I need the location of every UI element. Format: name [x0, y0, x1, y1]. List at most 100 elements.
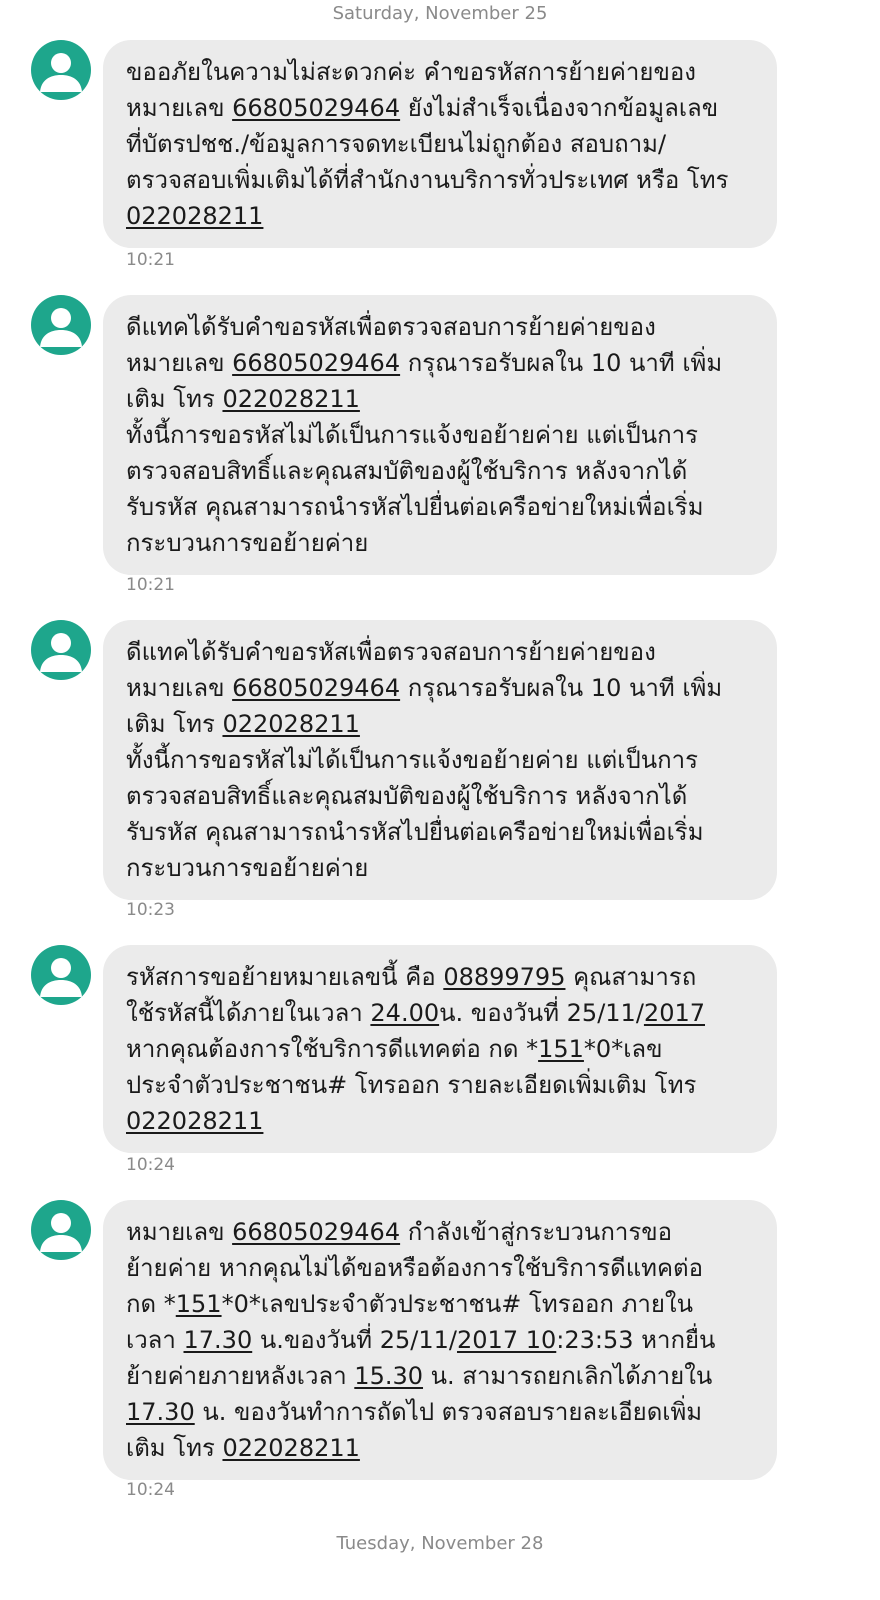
message-text: รับรหัส คุณสามารถนำรหัสไปยื่นต่อเครือข่า…	[126, 493, 704, 521]
contact-avatar-icon[interactable]	[31, 1200, 91, 1260]
message-text: รหัสการขอย้ายหมายเลขนี้ คือ	[126, 963, 444, 991]
message-text: กรุณารอรับผลใน 10 นาที เพิ่ม	[400, 349, 723, 377]
message-link[interactable]: 66805029464	[232, 349, 400, 377]
message-bubble[interactable]: ขออภัยในความไม่สะดวกค่ะ คำขอรหัสการย้ายค…	[103, 40, 777, 248]
message-text: ทั้งนี้การขอรหัสไม่ได้เป็นการแจ้งขอย้ายค…	[126, 421, 699, 449]
message-line: ขออภัยในความไม่สะดวกค่ะ คำขอรหัสการย้ายค…	[126, 54, 759, 90]
message-time: 10:21	[126, 250, 175, 270]
message-link[interactable]: 17.30	[126, 1398, 195, 1426]
message-text: หมายเลข	[126, 349, 233, 377]
message-bubble[interactable]: ดีแทคได้รับคำขอรหัสเพื่อตรวจสอบการย้ายค่…	[103, 620, 777, 900]
message-time: 10:24	[126, 1480, 175, 1500]
message-line: เติม โทร 022028211	[126, 1430, 759, 1466]
message-line: 022028211	[126, 1103, 759, 1139]
message-text: กรุณารอรับผลใน 10 นาที เพิ่ม	[400, 674, 723, 702]
message-link[interactable]: 2017 10	[457, 1326, 556, 1354]
contact-avatar-icon[interactable]	[31, 620, 91, 680]
message-link[interactable]: 66805029464	[232, 674, 400, 702]
message-text: กระบวนการขอย้ายค่าย	[126, 529, 369, 557]
message-text: น. ของวันที่ 25/11/	[439, 999, 644, 1027]
message-link[interactable]: 17.30	[184, 1326, 253, 1354]
message-link[interactable]: 022028211	[126, 1107, 263, 1135]
message-text: ดีแทคได้รับคำขอรหัสเพื่อตรวจสอบการย้ายค่…	[126, 638, 656, 666]
sms-thread: Saturday, November 25 ขออภัยในความไม่สะด…	[0, 0, 880, 1600]
message-text: เติม โทร	[126, 385, 223, 413]
message-text: เวลา	[126, 1326, 184, 1354]
message-text: หมายเลข	[126, 674, 233, 702]
message-link[interactable]: 24.00	[370, 999, 439, 1027]
message-line: ตรวจสอบเพิ่มเติมได้ที่สำนักงานบริการทั่ว…	[126, 162, 759, 198]
message-line: หมายเลข 66805029464 กำลังเข้าสู่กระบวนกา…	[126, 1214, 759, 1250]
message-bubble[interactable]: หมายเลข 66805029464 กำลังเข้าสู่กระบวนกา…	[103, 1200, 777, 1480]
message-line: ทั้งนี้การขอรหัสไม่ได้เป็นการแจ้งขอย้ายค…	[126, 742, 759, 778]
message-text: น.ของวันที่ 25/11/	[252, 1326, 458, 1354]
message-line: ใช้รหัสนี้ได้ภายในเวลา 24.00น. ของวันที่…	[126, 995, 759, 1031]
message-line: รับรหัส คุณสามารถนำรหัสไปยื่นต่อเครือข่า…	[126, 489, 759, 525]
message-time: 10:24	[126, 1155, 175, 1175]
message-text: ที่บัตรปชช./ข้อมูลการจดทะเบียนไม่ถูกต้อง…	[126, 130, 667, 158]
message-line: หมายเลข 66805029464 ยังไม่สำเร็จเนื่องจา…	[126, 90, 759, 126]
message-bubble[interactable]: ดีแทคได้รับคำขอรหัสเพื่อตรวจสอบการย้ายค่…	[103, 295, 777, 575]
message-line: รหัสการขอย้ายหมายเลขนี้ คือ 08899795 คุณ…	[126, 959, 759, 995]
message-text: รับรหัส คุณสามารถนำรหัสไปยื่นต่อเครือข่า…	[126, 818, 704, 846]
contact-avatar-icon[interactable]	[31, 295, 91, 355]
message-link[interactable]: 15.30	[354, 1362, 423, 1390]
message-link[interactable]: 151	[176, 1290, 222, 1318]
message-text: กำลังเข้าสู่กระบวนการขอ	[400, 1218, 673, 1246]
message-text: ใช้รหัสนี้ได้ภายในเวลา	[126, 999, 371, 1027]
message-text: *0*เลขประจำตัวประชาชน# โทรออก ภายใน	[221, 1290, 694, 1318]
message-text: กระบวนการขอย้ายค่าย	[126, 854, 369, 882]
date-separator-bottom: Tuesday, November 28	[336, 1533, 544, 1554]
message-text: ประจำตัวประชาชน# โทรออก รายละเอียดเพิ่มเ…	[126, 1071, 697, 1099]
message-link[interactable]: 66805029464	[232, 94, 400, 122]
message-text: น. สามารถยกเลิกได้ภายใน	[423, 1362, 713, 1390]
message-text: ย้ายค่าย หากคุณไม่ได้ขอหรือต้องการใช้บริ…	[126, 1254, 704, 1282]
message-bubble[interactable]: รหัสการขอย้ายหมายเลขนี้ คือ 08899795 คุณ…	[103, 945, 777, 1153]
message-text: ทั้งนี้การขอรหัสไม่ได้เป็นการแจ้งขอย้ายค…	[126, 746, 699, 774]
message-text: ขออภัยในความไม่สะดวกค่ะ คำขอรหัสการย้ายค…	[126, 58, 697, 86]
message-line: หากคุณต้องการใช้บริการดีแทคต่อ กด *151*0…	[126, 1031, 759, 1067]
message-link[interactable]: 151	[538, 1035, 584, 1063]
message-line: ย้ายค่าย หากคุณไม่ได้ขอหรือต้องการใช้บริ…	[126, 1250, 759, 1286]
message-text: ยังไม่สำเร็จเนื่องจากข้อมูลเลข	[400, 94, 719, 122]
message-text: ดีแทคได้รับคำขอรหัสเพื่อตรวจสอบการย้ายค่…	[126, 313, 656, 341]
message-text: *0*เลข	[583, 1035, 663, 1063]
message-text: เติม โทร	[126, 1434, 223, 1462]
message-link[interactable]: 022028211	[222, 385, 359, 413]
message-link[interactable]: 022028211	[126, 202, 263, 230]
message-line: ทั้งนี้การขอรหัสไม่ได้เป็นการแจ้งขอย้ายค…	[126, 417, 759, 453]
message-line: เติม โทร 022028211	[126, 381, 759, 417]
message-line: ประจำตัวประชาชน# โทรออก รายละเอียดเพิ่มเ…	[126, 1067, 759, 1103]
contact-avatar-icon[interactable]	[31, 40, 91, 100]
date-separator-top: Saturday, November 25	[332, 3, 548, 24]
message-line: ดีแทคได้รับคำขอรหัสเพื่อตรวจสอบการย้ายค่…	[126, 634, 759, 670]
message-text: น. ของวันทำการถัดไป ตรวจสอบรายละเอียดเพิ…	[194, 1398, 703, 1426]
message-link[interactable]: 022028211	[222, 710, 359, 738]
contact-avatar-icon[interactable]	[31, 945, 91, 1005]
message-text: กด *	[126, 1290, 176, 1318]
message-line: หมายเลข 66805029464 กรุณารอรับผลใน 10 นา…	[126, 670, 759, 706]
message-link[interactable]: 08899795	[443, 963, 565, 991]
message-text: หมายเลข	[126, 94, 233, 122]
message-text: ย้ายค่ายภายหลังเวลา	[126, 1362, 355, 1390]
message-text: ตรวจสอบสิทธิ์และคุณสมบัติของผู้ใช้บริการ…	[126, 457, 688, 485]
message-line: ย้ายค่ายภายหลังเวลา 15.30 น. สามารถยกเลิ…	[126, 1358, 759, 1394]
message-link[interactable]: 66805029464	[232, 1218, 400, 1246]
message-line: รับรหัส คุณสามารถนำรหัสไปยื่นต่อเครือข่า…	[126, 814, 759, 850]
message-text: หมายเลข	[126, 1218, 233, 1246]
message-link[interactable]: 022028211	[222, 1434, 359, 1462]
message-line: เวลา 17.30 น.ของวันที่ 25/11/2017 10:23:…	[126, 1322, 759, 1358]
message-time: 10:21	[126, 575, 175, 595]
message-text: คุณสามารถ	[565, 963, 697, 991]
message-line: 17.30 น. ของวันทำการถัดไป ตรวจสอบรายละเอ…	[126, 1394, 759, 1430]
message-line: กระบวนการขอย้ายค่าย	[126, 525, 759, 561]
message-time: 10:23	[126, 900, 175, 920]
message-link[interactable]: 2017	[644, 999, 705, 1027]
message-line: ดีแทคได้รับคำขอรหัสเพื่อตรวจสอบการย้ายค่…	[126, 309, 759, 345]
message-text: ตรวจสอบสิทธิ์และคุณสมบัติของผู้ใช้บริการ…	[126, 782, 688, 810]
message-text: เติม โทร	[126, 710, 223, 738]
message-line: กด *151*0*เลขประจำตัวประชาชน# โทรออก ภาย…	[126, 1286, 759, 1322]
message-line: ที่บัตรปชช./ข้อมูลการจดทะเบียนไม่ถูกต้อง…	[126, 126, 759, 162]
message-text: หากคุณต้องการใช้บริการดีแทคต่อ กด *	[126, 1035, 539, 1063]
message-text: ตรวจสอบเพิ่มเติมได้ที่สำนักงานบริการทั่ว…	[126, 166, 729, 194]
